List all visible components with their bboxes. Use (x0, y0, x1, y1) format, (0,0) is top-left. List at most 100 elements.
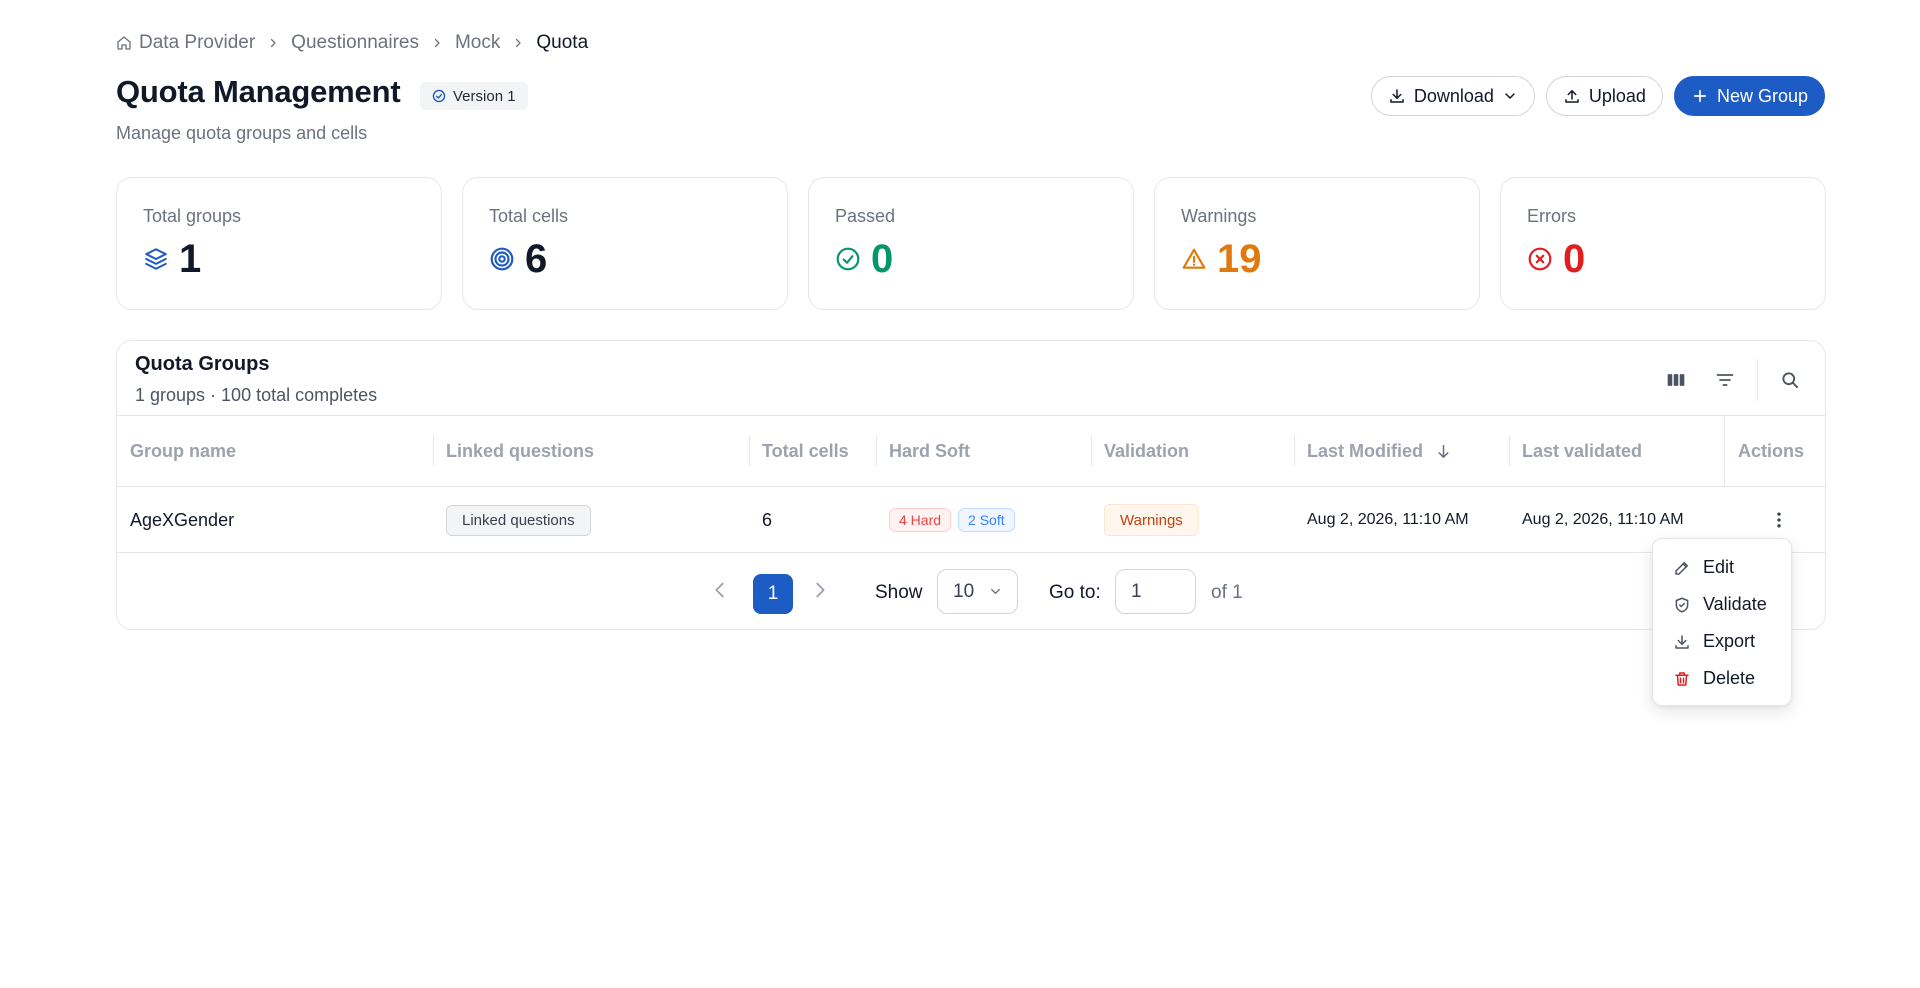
upload-button[interactable]: Upload (1545, 76, 1663, 116)
cell-linked-questions: Linked questions (433, 487, 591, 553)
table-subtitle: 1 groups · 100 total completes (135, 385, 378, 405)
breadcrumb-label: Data Provider (139, 32, 256, 53)
upload-label: Upload (1588, 85, 1646, 106)
upload-icon (1563, 87, 1581, 105)
stat-label: Warnings (1181, 206, 1257, 226)
page-button-current[interactable]: 1 (753, 574, 793, 614)
validation-status-badge: Warnings (1104, 504, 1199, 536)
chevron-right-icon (512, 37, 524, 49)
pagination: 1 Show 10 Go to: of 1 (117, 553, 1825, 629)
column-header-hard-soft[interactable]: Hard Soft (876, 416, 1091, 486)
linked-questions-chip[interactable]: Linked questions (446, 504, 591, 536)
table-header: Group name Linked questions Total cells … (117, 415, 1825, 487)
stat-card-warnings: Warnings 19 (1154, 177, 1480, 310)
cell-hard-soft: 4 Hard 2 Soft (876, 487, 1015, 553)
x-circle-icon (1527, 246, 1553, 272)
stat-label: Total groups (143, 206, 242, 226)
version-badge: Version 1 (420, 82, 528, 110)
table-row[interactable]: AgeXGender Linked questions 6 4 Hard 2 S… (117, 487, 1825, 553)
download-icon (1388, 87, 1406, 105)
search-button[interactable] (1773, 363, 1807, 397)
columns-button[interactable] (1659, 363, 1693, 397)
stat-label: Errors (1527, 206, 1576, 226)
cell-group-name: AgeXGender (130, 509, 235, 530)
trash-icon (1673, 670, 1691, 688)
page-size-value: 10 (953, 580, 975, 602)
column-header-actions: Actions (1724, 416, 1825, 486)
goto-label: Go to: (1049, 582, 1101, 603)
layers-icon (143, 246, 169, 272)
stat-card-total-groups: Total groups 1 (116, 177, 442, 310)
table-toolbar (1644, 359, 1807, 401)
prev-page-button[interactable] (709, 579, 731, 601)
column-label: Total cells (762, 440, 849, 461)
check-circle-icon (432, 89, 446, 103)
stat-label: Total cells (489, 206, 569, 226)
column-header-linked-questions[interactable]: Linked questions (433, 416, 749, 486)
new-group-button[interactable]: New Group (1673, 76, 1825, 116)
breadcrumb-item-data-provider[interactable]: Data Provider (116, 32, 255, 54)
filter-icon (1715, 370, 1735, 390)
stat-label: Passed (835, 206, 896, 226)
hard-badge: 4 Hard (889, 508, 952, 532)
menu-item-edit[interactable]: Edit (1653, 549, 1791, 586)
row-actions-menu: Edit Validate Export Delete (1652, 538, 1792, 706)
chevron-down-icon (988, 584, 1003, 599)
pencil-icon (1673, 559, 1691, 577)
total-pages-label: of 1 (1211, 582, 1243, 603)
column-header-last-validated[interactable]: Last validated (1509, 416, 1724, 486)
shield-check-icon (1673, 596, 1691, 614)
menu-item-label: Delete (1703, 668, 1756, 688)
table-title: Quota Groups (135, 353, 270, 375)
download-button[interactable]: Download (1370, 76, 1535, 116)
stat-card-errors: Errors 0 (1500, 177, 1826, 310)
warning-triangle-icon (1181, 246, 1207, 272)
next-page-button[interactable] (809, 579, 831, 601)
cell-last-modified: Aug 2, 2026, 11:10 AM (1307, 511, 1469, 528)
chevron-right-icon (267, 37, 279, 49)
stats-row: Total groups 1 Total cells 6 Passed 0 Wa… (116, 177, 1826, 310)
stat-card-total-cells: Total cells 6 (462, 177, 788, 310)
breadcrumb-item-questionnaires[interactable]: Questionnaires (291, 32, 419, 54)
soft-badge: 2 Soft (958, 508, 1015, 532)
stat-value: 0 (871, 237, 894, 281)
goto-page-input[interactable] (1115, 569, 1196, 614)
menu-item-label: Edit (1703, 557, 1735, 577)
column-label: Validation (1104, 440, 1190, 461)
page-title: Quota Management (116, 74, 401, 109)
menu-item-export[interactable]: Export (1653, 623, 1791, 660)
column-header-validation[interactable]: Validation (1091, 416, 1294, 486)
column-header-group-name[interactable]: Group name (117, 416, 433, 486)
menu-item-label: Validate (1703, 594, 1767, 614)
breadcrumb: Data Provider Questionnaires Mock Quota (116, 30, 588, 56)
chevron-right-icon (431, 37, 443, 49)
menu-item-delete[interactable]: Delete (1653, 660, 1791, 697)
toolbar-divider (1757, 359, 1758, 401)
breadcrumb-item-mock[interactable]: Mock (455, 32, 500, 54)
stat-value: 6 (525, 237, 548, 281)
column-label: Last validated (1522, 440, 1643, 461)
target-icon (489, 246, 515, 272)
stat-value: 19 (1217, 237, 1262, 281)
column-header-total-cells[interactable]: Total cells (749, 416, 876, 486)
quota-groups-card: Quota Groups 1 groups · 100 total comple… (116, 340, 1826, 630)
version-label: Version 1 (453, 87, 516, 105)
stat-value: 1 (179, 237, 202, 281)
cell-validation: Warnings (1091, 487, 1199, 553)
breadcrumb-current: Quota (536, 32, 589, 53)
page-size-select[interactable]: 10 (937, 569, 1018, 614)
new-group-label: New Group (1716, 85, 1808, 106)
sort-arrow-down-icon (1435, 443, 1452, 460)
download-icon (1673, 633, 1691, 651)
filter-button[interactable] (1708, 363, 1742, 397)
header-actions: Download Upload New Group (1370, 76, 1825, 116)
plus-icon (1691, 87, 1709, 105)
menu-item-validate[interactable]: Validate (1653, 586, 1791, 623)
page-subtitle: Manage quota groups and cells (116, 123, 368, 143)
search-icon (1780, 370, 1800, 390)
column-header-last-modified[interactable]: Last Modified (1294, 416, 1509, 486)
check-circle-icon (835, 246, 861, 272)
home-icon (116, 35, 132, 51)
columns-icon (1666, 370, 1686, 390)
column-label: Linked questions (446, 440, 595, 461)
